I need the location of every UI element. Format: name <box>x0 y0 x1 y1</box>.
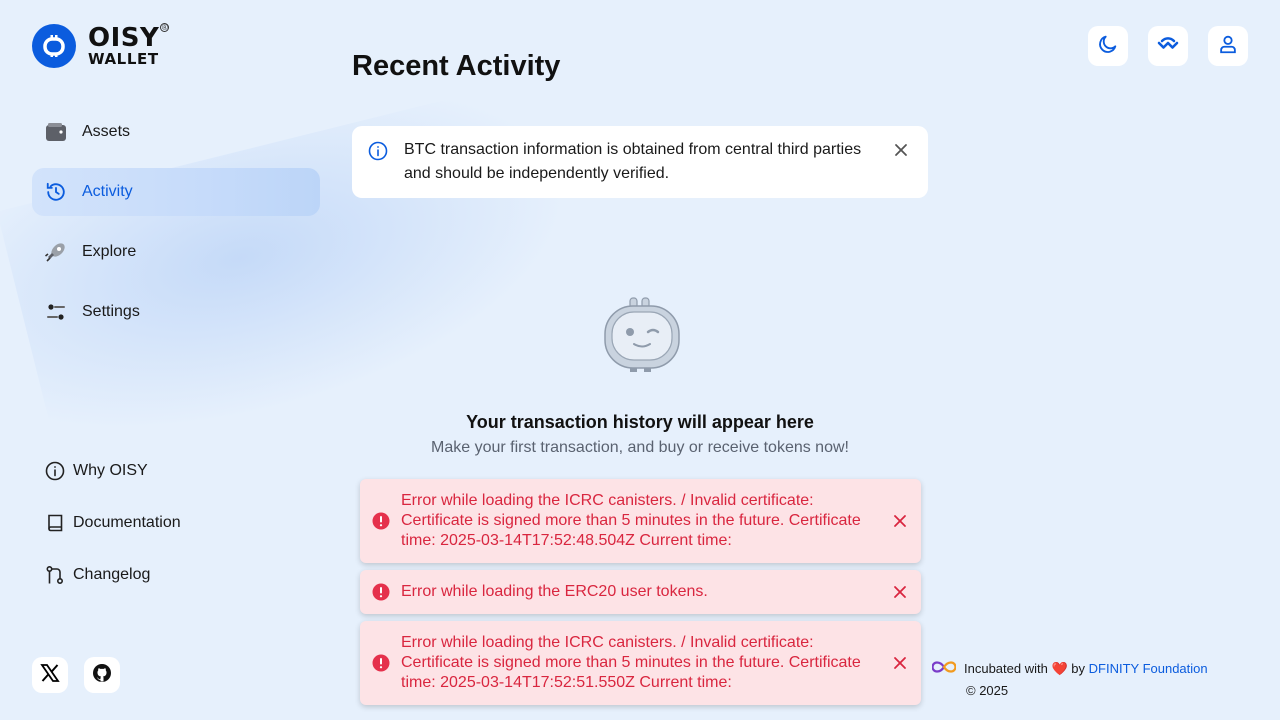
error-toast: Error while loading the ICRC canisters. … <box>360 479 921 563</box>
brand-line2: WALLET <box>88 50 159 68</box>
sidebar-item-assets[interactable]: Assets <box>32 108 320 156</box>
incubated-text: Incubated with <box>964 661 1048 676</box>
sidebar-item-label: Settings <box>82 303 140 320</box>
sidebar-item-explore[interactable]: Explore <box>32 228 320 276</box>
error-toast: Error while loading the ERC20 user token… <box>360 570 921 614</box>
oisy-logo[interactable]: OISY WALLET ® <box>32 23 170 68</box>
why-oisy-link[interactable]: Why OISY <box>44 456 181 486</box>
book-icon <box>44 513 65 534</box>
footer-credit: Incubated with ❤️ by DFINITY Foundation … <box>931 658 1208 702</box>
sidebar-item-settings[interactable]: Settings <box>32 288 320 336</box>
why-oisy-label: Why OISY <box>73 462 148 479</box>
rocket-icon <box>44 240 68 264</box>
sidebar-nav: Assets Activity Explore Settings <box>32 108 320 348</box>
github-icon <box>92 663 112 688</box>
github-button[interactable] <box>84 657 120 693</box>
brand-line1: OISY <box>88 23 160 53</box>
sidebar-item-label: Explore <box>82 243 137 260</box>
error-icon <box>372 512 390 530</box>
oisy-wordmark: OISY WALLET ® <box>88 23 170 68</box>
oisy-logo-icon <box>32 24 76 68</box>
secondary-nav: Why OISY Documentation Changelog <box>44 456 181 612</box>
sidebar-item-activity[interactable]: Activity <box>32 168 320 216</box>
by-text: by <box>1071 661 1086 676</box>
walletconnect-button[interactable] <box>1148 26 1188 66</box>
toast-message: Error while loading the ICRC canisters. … <box>401 492 861 549</box>
dfinity-link[interactable]: DFINITY Foundation <box>1089 661 1208 676</box>
walletconnect-icon <box>1157 36 1179 56</box>
changelog-label: Changelog <box>73 566 151 583</box>
documentation-label: Documentation <box>73 514 181 531</box>
heart-icon: ❤️ <box>1051 661 1068 676</box>
internet-computer-icon <box>931 658 957 680</box>
banner-close-icon[interactable] <box>894 143 908 162</box>
theme-toggle-button[interactable] <box>1088 26 1128 66</box>
page-title: Recent Activity <box>352 50 561 82</box>
btc-info-banner: BTC transaction information is obtained … <box>352 126 928 198</box>
header-actions <box>1088 26 1248 66</box>
empty-state-subtitle: Make your first transaction, and buy or … <box>431 439 849 456</box>
sidebar-item-label: Assets <box>82 123 131 140</box>
user-menu-button[interactable] <box>1208 26 1248 66</box>
moon-icon <box>1097 33 1119 60</box>
error-toast: Error while loading the ICRC canisters. … <box>360 621 921 705</box>
social-links <box>32 657 120 693</box>
x-logo-icon <box>40 663 60 688</box>
toast-close-icon[interactable] <box>893 656 907 670</box>
x-twitter-button[interactable] <box>32 657 68 693</box>
toast-close-icon[interactable] <box>893 514 907 528</box>
user-icon <box>1217 33 1239 60</box>
error-icon <box>372 654 390 672</box>
toast-close-icon[interactable] <box>893 585 907 599</box>
history-icon <box>44 180 68 204</box>
error-icon <box>372 583 390 601</box>
toast-message: Error while loading the ICRC canisters. … <box>401 634 861 691</box>
info-banner-text: BTC transaction information is obtained … <box>404 141 862 182</box>
sliders-icon <box>44 300 68 324</box>
empty-state-title: Your transaction history will appear her… <box>466 412 814 432</box>
sidebar-item-label: Activity <box>82 183 133 200</box>
git-branch-icon <box>44 565 65 586</box>
toast-message: Error while loading the ERC20 user token… <box>401 583 708 600</box>
wallet-icon <box>44 120 68 144</box>
copyright: © 2025 <box>966 683 1009 698</box>
registered-mark: ® <box>160 23 170 32</box>
empty-state-mascot <box>600 296 682 379</box>
info-circle-icon <box>44 461 65 482</box>
info-icon <box>368 141 388 166</box>
documentation-link[interactable]: Documentation <box>44 508 181 538</box>
changelog-link[interactable]: Changelog <box>44 560 181 590</box>
